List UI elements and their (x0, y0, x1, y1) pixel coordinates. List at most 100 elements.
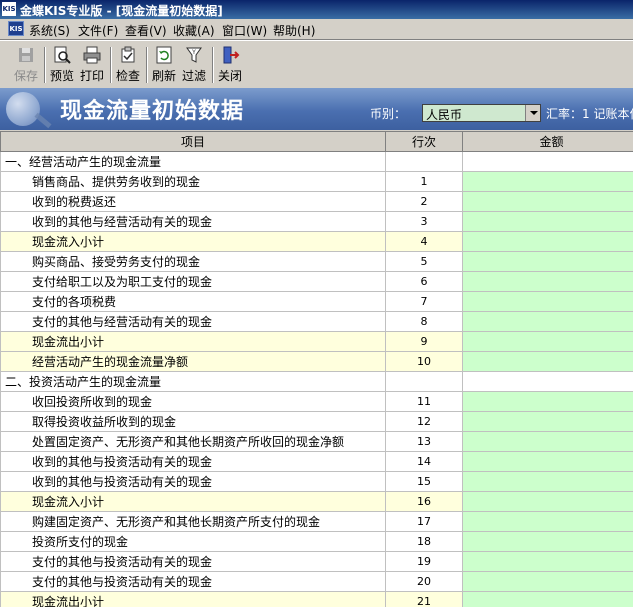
table-row[interactable]: 支付的其他与投资活动有关的现金 19 (0, 551, 633, 572)
line-number-cell: 8 (385, 311, 463, 332)
amount-cell[interactable] (462, 531, 633, 552)
item-cell: 收到的税费返还 (0, 191, 386, 212)
column-header-line[interactable]: 行次 (385, 131, 463, 152)
preview-button[interactable]: 预览 (47, 44, 77, 86)
amount-cell[interactable] (462, 471, 633, 492)
cash-flow-grid[interactable]: 项目 行次 金额 一、经营活动产生的现金流量 销售商品、提供劳务收到的现金 1 收到的… (0, 131, 633, 607)
line-number-cell: 1 (385, 171, 463, 192)
menu-file[interactable]: 文件(F) (78, 22, 118, 39)
amount-cell (462, 151, 633, 172)
amount-cell[interactable] (462, 311, 633, 332)
table-row[interactable]: 支付的其他与经营活动有关的现金 8 (0, 311, 633, 332)
item-cell: 二、投资活动产生的现金流量 (0, 371, 386, 392)
amount-cell[interactable] (462, 231, 633, 252)
chevron-down-icon[interactable] (525, 105, 540, 121)
table-row[interactable]: 购买商品、接受劳务支付的现金 5 (0, 251, 633, 272)
table-row[interactable]: 购建固定资产、无形资产和其他长期资产所支付的现金 17 (0, 511, 633, 532)
item-cell: 处置固定资产、无形资产和其他长期资产所收回的现金净额 (0, 431, 386, 452)
line-number-cell: 5 (385, 251, 463, 272)
close-button[interactable]: 关闭 (215, 44, 245, 86)
amount-cell[interactable] (462, 491, 633, 512)
table-row[interactable]: 经营活动产生的现金流量净额 10 (0, 351, 633, 372)
table-row[interactable]: 现金流入小计 4 (0, 231, 633, 252)
table-row[interactable]: 收到的其他与投资活动有关的现金 15 (0, 471, 633, 492)
table-row[interactable]: 处置固定资产、无形资产和其他长期资产所收回的现金净额 13 (0, 431, 633, 452)
line-number-cell: 17 (385, 511, 463, 532)
item-cell: 一、经营活动产生的现金流量 (0, 151, 386, 172)
print-button[interactable]: 打印 (77, 44, 107, 86)
amount-cell[interactable] (462, 291, 633, 312)
item-cell: 支付的各项税费 (0, 291, 386, 312)
table-row[interactable]: 支付的其他与投资活动有关的现金 20 (0, 571, 633, 592)
menu-favorites[interactable]: 收藏(A) (173, 22, 215, 39)
table-header-row: 项目 行次 金额 (0, 131, 633, 152)
line-number-cell: 20 (385, 571, 463, 592)
item-cell: 支付的其他与投资活动有关的现金 (0, 551, 386, 572)
amount-cell[interactable] (462, 251, 633, 272)
kis-logo-icon[interactable]: KIS (8, 21, 24, 36)
table-row[interactable]: 支付给职工以及为职工支付的现金 6 (0, 271, 633, 292)
item-cell: 现金流入小计 (0, 491, 386, 512)
table-row[interactable]: 收回投资所收到的现金 11 (0, 391, 633, 412)
table-row[interactable]: 现金流出小计 9 (0, 331, 633, 352)
amount-cell[interactable] (462, 551, 633, 572)
table-row[interactable]: 收到的其他与经营活动有关的现金 3 (0, 211, 633, 232)
line-number-cell: 11 (385, 391, 463, 412)
menu-window[interactable]: 窗口(W) (222, 22, 267, 39)
table-row[interactable]: 投资所支付的现金 18 (0, 531, 633, 552)
table-row[interactable]: 一、经营活动产生的现金流量 (0, 151, 633, 172)
toolbar-separator (110, 47, 112, 83)
amount-cell[interactable] (462, 331, 633, 352)
amount-cell[interactable] (462, 451, 633, 472)
kis-app-icon: KIS (2, 2, 16, 16)
item-cell: 支付给职工以及为职工支付的现金 (0, 271, 386, 292)
page-title: 现金流量初始数据 (60, 99, 245, 124)
table-row[interactable]: 二、投资活动产生的现金流量 (0, 371, 633, 392)
refresh-button[interactable]: 刷新 (149, 44, 179, 86)
window-title: 金蝶KIS专业版 - [现金流量初始数据] (20, 4, 223, 18)
amount-cell[interactable] (462, 411, 633, 432)
table-row[interactable]: 取得投资收益所收到的现金 12 (0, 411, 633, 432)
amount-cell[interactable] (462, 171, 633, 192)
line-number-cell: 18 (385, 531, 463, 552)
check-button[interactable]: 检查 (113, 44, 143, 86)
amount-cell[interactable] (462, 351, 633, 372)
filter-icon: Y (184, 46, 204, 64)
column-header-item[interactable]: 项目 (0, 131, 386, 152)
title-bar: KIS 金蝶KIS专业版 - [现金流量初始数据] (0, 0, 633, 19)
table-row[interactable]: 收到的其他与投资活动有关的现金 14 (0, 451, 633, 472)
filter-button[interactable]: Y 过滤 (179, 44, 209, 86)
line-number-cell: 7 (385, 291, 463, 312)
menu-help[interactable]: 帮助(H) (273, 22, 315, 39)
item-cell: 购买商品、接受劳务支付的现金 (0, 251, 386, 272)
table-row[interactable]: 现金流入小计 16 (0, 491, 633, 512)
amount-cell[interactable] (462, 511, 633, 532)
amount-cell[interactable] (462, 571, 633, 592)
amount-cell[interactable] (462, 271, 633, 292)
table-row[interactable]: 收到的税费返还 2 (0, 191, 633, 212)
print-icon (82, 46, 102, 64)
menu-bar: KIS 系统(S) 文件(F) 查看(V) 收藏(A) 窗口(W) 帮助(H) (0, 19, 633, 40)
column-header-amount[interactable]: 金额 (462, 131, 633, 152)
amount-cell[interactable] (462, 191, 633, 212)
magnifier-handle (34, 112, 52, 129)
save-icon (16, 46, 36, 64)
table-row[interactable]: 现金流出小计 21 (0, 591, 633, 607)
menu-system[interactable]: 系统(S) (29, 22, 70, 39)
page-banner: 现金流量初始数据 币别： 人民币 汇率：1 记账本位 (0, 88, 633, 130)
item-cell: 收回投资所收到的现金 (0, 391, 386, 412)
amount-cell[interactable] (462, 211, 633, 232)
save-button[interactable]: 保存 (11, 44, 41, 86)
amount-cell[interactable] (462, 391, 633, 412)
item-cell: 现金流出小计 (0, 591, 386, 607)
line-number-cell: 10 (385, 351, 463, 372)
menu-view[interactable]: 查看(V) (125, 22, 167, 39)
amount-cell[interactable] (462, 591, 633, 607)
currency-select[interactable]: 人民币 (422, 104, 541, 122)
table-row[interactable]: 销售商品、提供劳务收到的现金 1 (0, 171, 633, 192)
table-row[interactable]: 支付的各项税费 7 (0, 291, 633, 312)
amount-cell[interactable] (462, 431, 633, 452)
item-cell: 取得投资收益所收到的现金 (0, 411, 386, 432)
line-number-cell: 3 (385, 211, 463, 232)
item-cell: 收到的其他与投资活动有关的现金 (0, 471, 386, 492)
